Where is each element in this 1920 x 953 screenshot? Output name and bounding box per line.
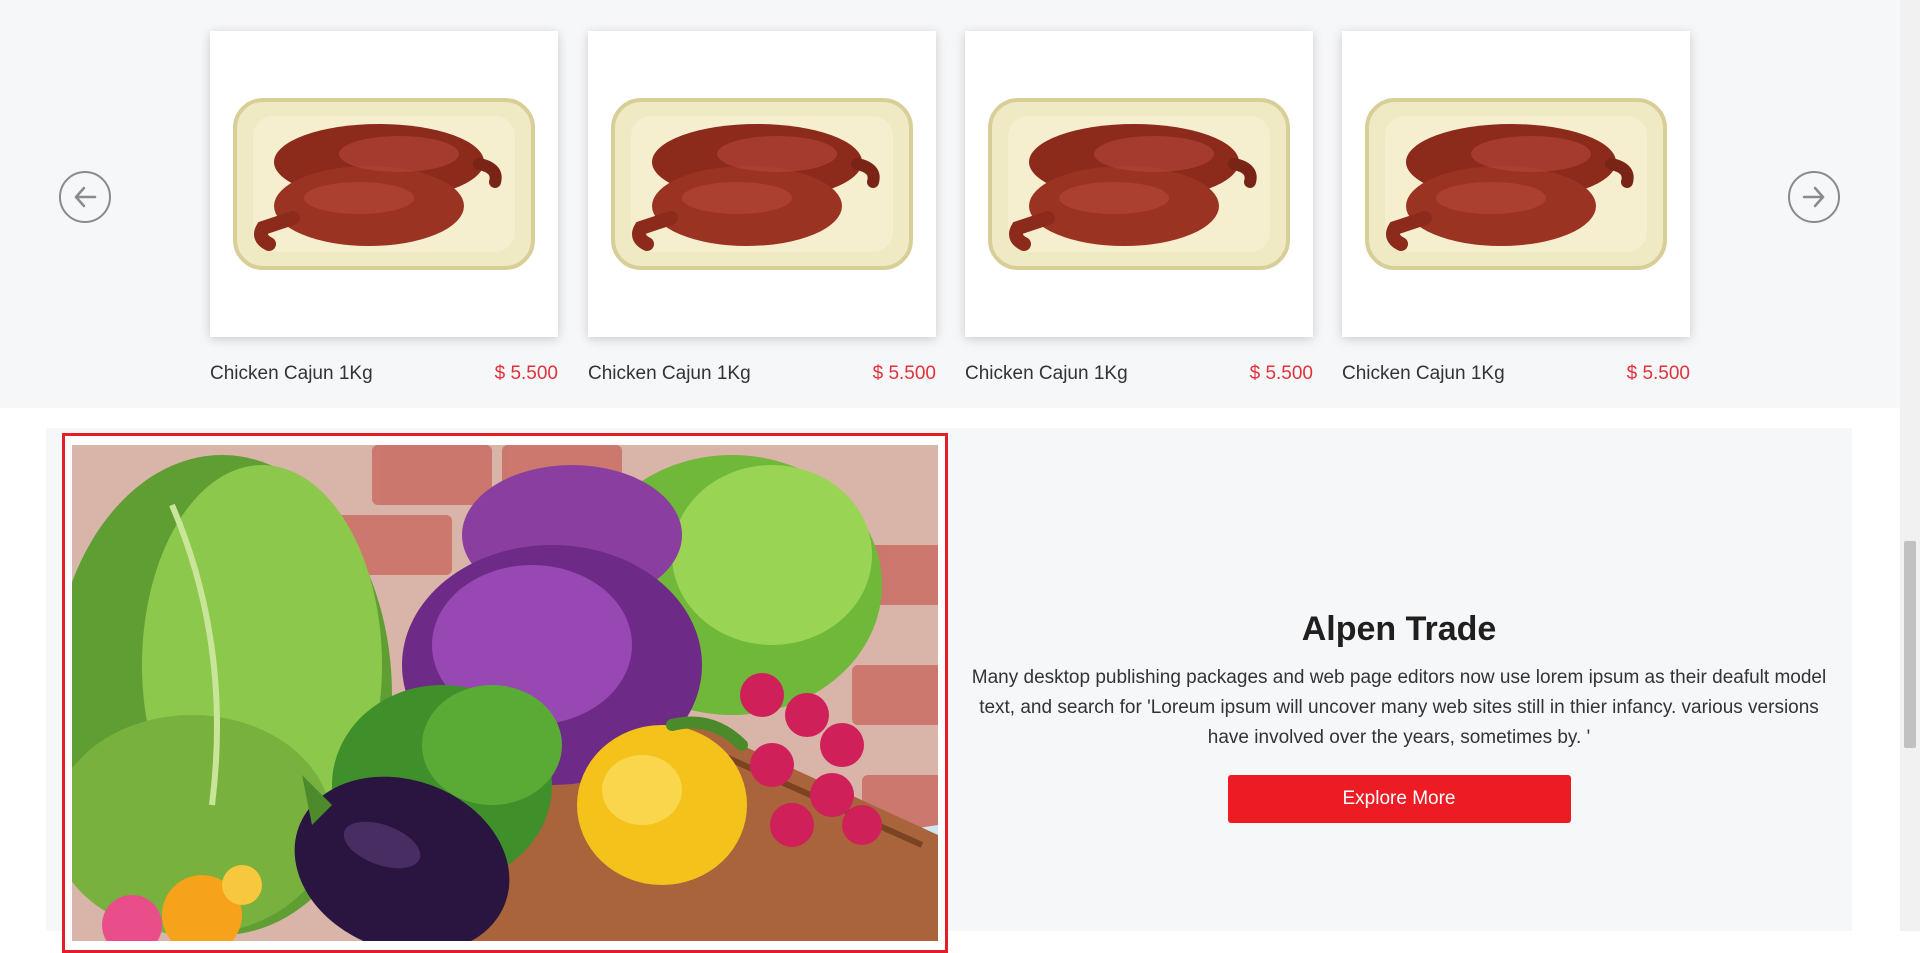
chicken-cajun-tray-icon (611, 98, 913, 270)
product-price: $ 5.500 (494, 363, 558, 384)
product-price: $ 5.500 (1249, 363, 1313, 384)
product-meta: Chicken Cajun 1Kg $ 5.500 (588, 363, 936, 385)
promo-description: Many desktop publishing packages and web… (971, 667, 1827, 748)
product-meta: Chicken Cajun 1Kg $ 5.500 (210, 363, 558, 385)
promo-text-block: Alpen Trade Many desktop publishing pack… (966, 610, 1832, 823)
vegetable-basket-image (72, 445, 938, 941)
product-meta: Chicken Cajun 1Kg $ 5.500 (1342, 363, 1690, 385)
product-meta: Chicken Cajun 1Kg $ 5.500 (965, 363, 1313, 385)
arrow-right-icon (1802, 186, 1825, 208)
carousel-prev-button[interactable] (59, 171, 111, 223)
explore-more-button[interactable]: Explore More (1227, 775, 1571, 823)
promo-title: Alpen Trade (1301, 610, 1497, 648)
arrow-left-icon (74, 186, 97, 208)
product-name[interactable]: Chicken Cajun 1Kg (965, 363, 1128, 385)
product-card[interactable]: Chicken Cajun 1Kg $ 5.500 (588, 31, 936, 385)
product-image[interactable] (965, 31, 1313, 337)
carousel-next-button[interactable] (1788, 171, 1840, 223)
promo-section: Alpen Trade Many desktop publishing pack… (46, 428, 1852, 953)
scrollbar-thumb[interactable] (1904, 541, 1916, 748)
product-name[interactable]: Chicken Cajun 1Kg (588, 363, 751, 385)
product-image[interactable] (210, 31, 558, 337)
product-name[interactable]: Chicken Cajun 1Kg (1342, 363, 1505, 385)
page-scrollbar[interactable] (1900, 0, 1920, 931)
product-image[interactable] (588, 31, 936, 337)
chicken-cajun-tray-icon (233, 98, 535, 270)
chicken-cajun-tray-icon (988, 98, 1290, 270)
product-price: $ 5.500 (1626, 363, 1690, 384)
product-card[interactable]: Chicken Cajun 1Kg $ 5.500 (965, 31, 1313, 385)
product-price: $ 5.500 (872, 363, 936, 384)
product-image[interactable] (1342, 31, 1690, 337)
promo-image-frame (62, 433, 948, 953)
product-carousel: Chicken Cajun 1Kg $ 5.500 Chicken Cajun 1K… (0, 0, 1900, 408)
product-card[interactable]: Chicken Cajun 1Kg $ 5.500 (1342, 31, 1690, 385)
product-name[interactable]: Chicken Cajun 1Kg (210, 363, 373, 385)
product-card[interactable]: Chicken Cajun 1Kg $ 5.500 (210, 31, 558, 385)
chicken-cajun-tray-icon (1365, 98, 1667, 270)
